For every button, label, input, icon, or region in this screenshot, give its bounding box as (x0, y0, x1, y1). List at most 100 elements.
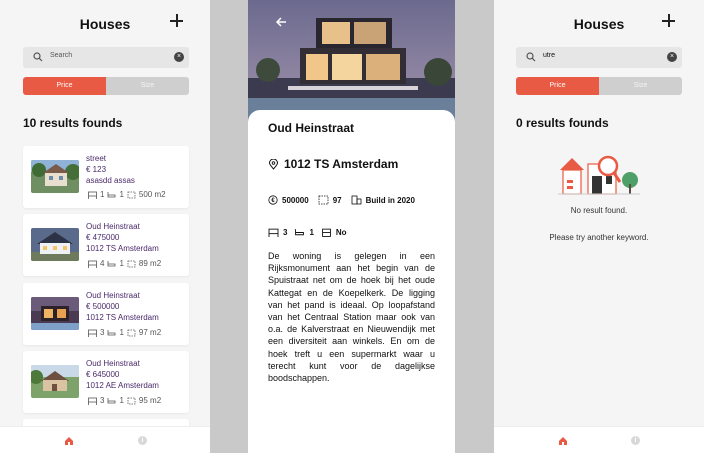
house-size: 95 m2 (138, 396, 162, 405)
rooms-row: 3 1 No (268, 228, 347, 237)
house-description: De woning is gelegen in een Rijksmonumen… (268, 251, 435, 384)
detail-baths: 1 (309, 228, 314, 237)
svg-text:€: € (271, 198, 275, 204)
area-icon (127, 397, 136, 404)
house-thumbnail (31, 297, 79, 330)
results-count: 10 results founds (23, 116, 123, 130)
bed-count: 3 (100, 396, 105, 405)
house-name: Oud Heinstraat (86, 222, 140, 231)
house-card[interactable]: Oud Heinstraat € 645000 1012 AE Amsterda… (23, 351, 189, 413)
detail-size: 97 (332, 195, 342, 205)
house-size: 89 m2 (138, 259, 162, 268)
house-card[interactable]: street € 123 asasdd assas 1 1 500 m2 (23, 146, 189, 208)
info-tab-icon[interactable]: i (631, 436, 640, 445)
sort-toggle: Price Size (23, 77, 189, 95)
location-pin-icon (268, 158, 279, 170)
building-icon (351, 195, 362, 205)
sort-price-button[interactable]: Price (23, 77, 106, 95)
search-placeholder: Search (50, 52, 73, 59)
try-another-hint: Please try another keyword. (549, 233, 649, 242)
results-count: 0 results founds (516, 116, 609, 130)
garage-icon (322, 228, 331, 237)
detail-sheet: Oud Heinstraat 1012 TS Amsterdam € 50000… (248, 110, 455, 453)
bath-count: 1 (119, 396, 124, 405)
search-input[interactable]: Search × (23, 47, 189, 68)
area-icon (127, 329, 136, 336)
house-address: asasdd assas (86, 176, 135, 185)
bath-count: 1 (119, 328, 124, 337)
sort-toggle: Price Size (516, 77, 682, 95)
house-name: street (86, 154, 107, 163)
area-icon (127, 191, 136, 198)
price-row: € 500000 97 Build in 2020 (268, 195, 415, 205)
list-screen: Houses Search × Price Size 10 results fo… (0, 0, 210, 453)
add-house-button[interactable] (167, 11, 187, 31)
detail-screen: Oud Heinstraat 1012 TS Amsterdam € 50000… (248, 0, 455, 453)
bed-icon (88, 329, 97, 337)
no-result-message: No result found. (570, 206, 628, 215)
home-tab-icon[interactable] (64, 436, 74, 446)
bed-icon (88, 397, 97, 405)
house-address: 1012 AE Amsterdam (86, 381, 159, 390)
house-stats: 1 1 500 m2 (88, 190, 166, 199)
bath-icon (108, 329, 116, 335)
area-icon (127, 260, 136, 267)
bed-icon (88, 191, 97, 199)
search-icon (33, 52, 43, 62)
bath-icon (295, 229, 305, 236)
info-tab-icon[interactable]: i (138, 436, 147, 445)
house-price: € 645000 (86, 370, 120, 379)
bed-count: 1 (100, 190, 105, 199)
detail-build-year: Build in 2020 (365, 195, 415, 205)
house-size: 500 m2 (138, 190, 166, 199)
bath-icon (108, 260, 116, 266)
app-screens: Houses Search × Price Size 10 results fo… (0, 0, 704, 453)
area-icon (318, 195, 329, 205)
house-size: 97 m2 (138, 328, 162, 337)
house-stats: 4 1 89 m2 (88, 259, 161, 268)
search-icon (526, 52, 536, 62)
address-text: 1012 TS Amsterdam (284, 157, 399, 171)
sort-size-button[interactable]: Size (599, 77, 682, 95)
house-address: 1012 TS Amsterdam (86, 244, 159, 253)
add-house-button[interactable] (659, 11, 679, 31)
house-stats: 3 1 95 m2 (88, 396, 161, 405)
house-address: 1012 TS Amsterdam (86, 313, 159, 322)
house-name: Oud Heinstraat (86, 291, 140, 300)
house-price: € 500000 (86, 302, 120, 311)
bath-icon (108, 397, 116, 403)
bed-icon (268, 228, 279, 237)
house-card[interactable]: Oud Heinstraat € 500000 1012 TS Amsterda… (23, 283, 189, 345)
search-input[interactable]: utre × (516, 47, 682, 68)
bath-icon (108, 191, 116, 197)
no-results-illustration (558, 155, 640, 195)
search-value: utre (543, 52, 556, 59)
clear-search-icon[interactable]: × (174, 52, 184, 62)
bottom-tab-bar: i (0, 426, 210, 453)
bath-count: 1 (119, 190, 124, 199)
detail-price: 500000 (282, 195, 309, 205)
house-price: € 123 (86, 165, 107, 174)
detail-beds: 3 (283, 228, 288, 237)
house-price: € 475000 (86, 233, 120, 242)
house-thumbnail (31, 160, 79, 193)
detail-garage: No (335, 228, 347, 237)
empty-results-screen: Houses utre × Price Size 0 results found… (494, 0, 704, 453)
currency-icon: € (268, 195, 278, 205)
clear-search-icon[interactable]: × (667, 52, 677, 62)
sort-size-button[interactable]: Size (106, 77, 189, 95)
home-tab-icon[interactable] (558, 436, 568, 446)
house-title: Oud Heinstraat (268, 121, 355, 135)
bed-count: 3 (100, 328, 105, 337)
bottom-tab-bar: i (494, 426, 704, 453)
house-address: 1012 TS Amsterdam (268, 157, 398, 171)
house-name: Oud Heinstraat (86, 359, 140, 368)
house-stats: 3 1 97 m2 (88, 328, 161, 337)
house-thumbnail (31, 228, 79, 261)
house-card[interactable]: Oud Heinstraat € 475000 1012 TS Amsterda… (23, 214, 189, 276)
house-thumbnail (31, 365, 79, 398)
bed-icon (88, 260, 97, 268)
bath-count: 1 (119, 259, 124, 268)
back-arrow-icon[interactable] (274, 15, 288, 29)
sort-price-button[interactable]: Price (516, 77, 599, 95)
